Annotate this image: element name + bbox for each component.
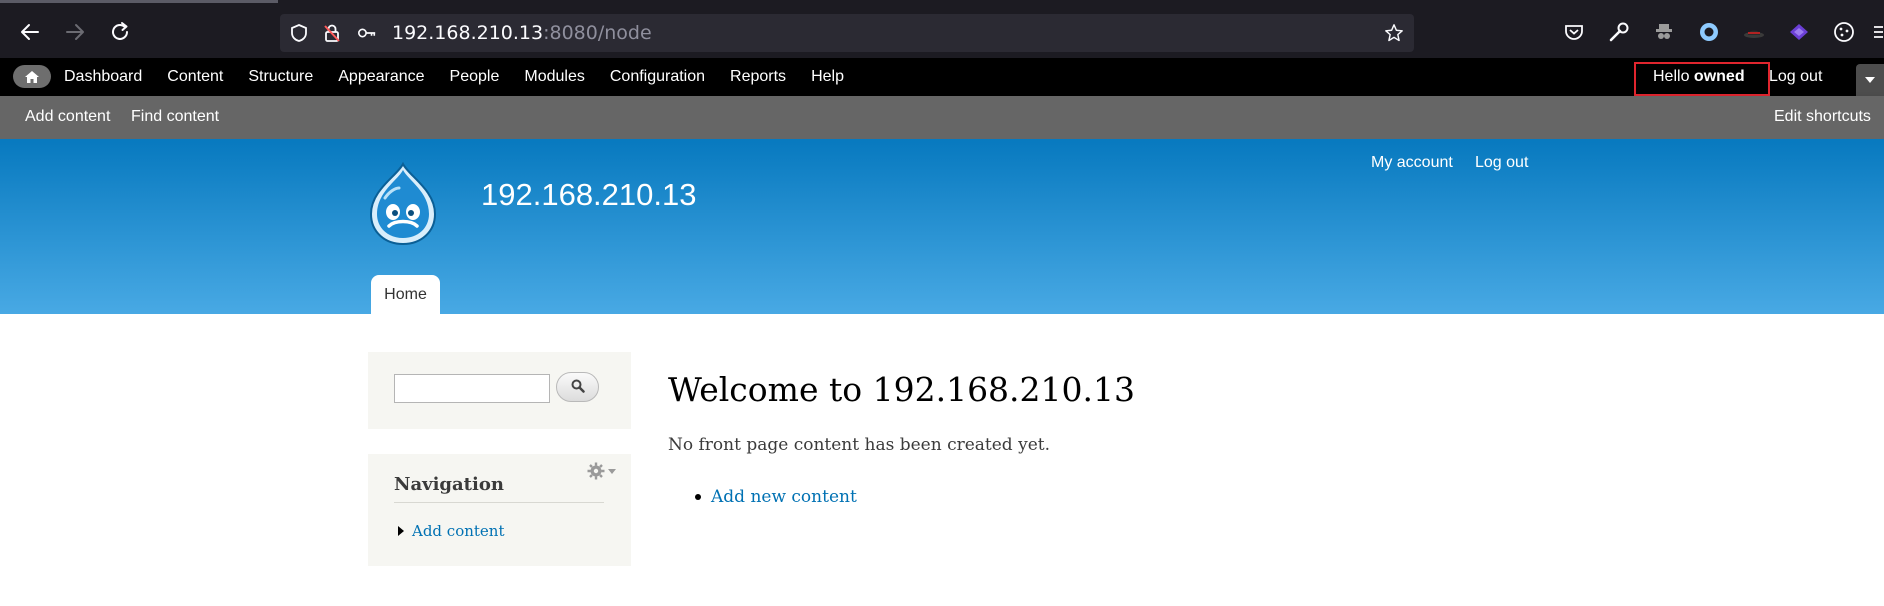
url-text[interactable]: 192.168.210.13:8080/node bbox=[392, 22, 652, 44]
header-logout-link[interactable]: Log out bbox=[1475, 154, 1528, 172]
spy-extension-icon[interactable] bbox=[1651, 19, 1677, 45]
admin-menu-dashboard[interactable]: Dashboard bbox=[64, 58, 142, 96]
url-host: 192.168.210.13 bbox=[392, 22, 544, 44]
greeting-label: Hello bbox=[1653, 68, 1690, 85]
site-header: 192.168.210.13 My account Log out Home bbox=[0, 139, 1884, 314]
forward-icon[interactable] bbox=[60, 17, 90, 47]
divider bbox=[394, 502, 604, 503]
my-account-link[interactable]: My account bbox=[1371, 154, 1453, 172]
back-icon[interactable] bbox=[15, 17, 45, 47]
bullet-icon bbox=[695, 494, 701, 500]
admin-menu-people[interactable]: People bbox=[450, 58, 500, 96]
list-item: Add new content bbox=[695, 487, 857, 507]
admin-menu-appearance[interactable]: Appearance bbox=[338, 58, 424, 96]
admin-menu-content[interactable]: Content bbox=[167, 58, 223, 96]
toolbar-logout-link[interactable]: Log out bbox=[1769, 58, 1822, 96]
shortcut-add-content[interactable]: Add content bbox=[25, 96, 110, 138]
overflow-menu-icon[interactable] bbox=[1872, 19, 1884, 45]
page-title: Welcome to 192.168.210.13 bbox=[668, 370, 1136, 409]
search-input[interactable] bbox=[394, 374, 550, 403]
search-block bbox=[368, 352, 631, 429]
collapsed-triangle-icon bbox=[398, 526, 404, 536]
admin-menu: Dashboard Content Structure Appearance P… bbox=[64, 58, 869, 96]
edit-shortcuts-link[interactable]: Edit shortcuts bbox=[1774, 96, 1871, 138]
active-tab-indicator bbox=[0, 0, 278, 3]
tab-home[interactable]: Home bbox=[371, 275, 440, 314]
reload-icon[interactable] bbox=[105, 17, 135, 47]
key-icon[interactable] bbox=[357, 23, 377, 43]
username: owned bbox=[1693, 68, 1745, 85]
admin-menu-reports[interactable]: Reports bbox=[730, 58, 786, 96]
admin-menu-modules[interactable]: Modules bbox=[524, 58, 584, 96]
pocket-icon[interactable] bbox=[1561, 19, 1587, 45]
nav-add-content-link[interactable]: Add content bbox=[394, 522, 505, 540]
empty-front-page-message: No front page content has been created y… bbox=[668, 435, 1050, 455]
url-bar[interactable]: 192.168.210.13:8080/node bbox=[280, 14, 1414, 52]
add-new-content-link[interactable]: Add new content bbox=[711, 487, 857, 507]
url-path: :8080/node bbox=[543, 22, 652, 44]
user-greeting[interactable]: Hello owned bbox=[1653, 58, 1745, 96]
block-config-gear-icon[interactable] bbox=[586, 460, 620, 482]
shield-icon[interactable] bbox=[289, 23, 309, 43]
toolbar-drawer-toggle-icon[interactable] bbox=[1856, 64, 1884, 96]
home-icon[interactable] bbox=[13, 65, 51, 88]
drupal-logo-icon[interactable] bbox=[365, 161, 441, 246]
admin-menu-help[interactable]: Help bbox=[811, 58, 844, 96]
shortcuts-bar: Add content Find content Edit shortcuts bbox=[0, 96, 1884, 139]
layers-extension-icon[interactable] bbox=[1786, 19, 1812, 45]
site-name[interactable]: 192.168.210.13 bbox=[481, 177, 697, 213]
admin-menu-configuration[interactable]: Configuration bbox=[610, 58, 705, 96]
admin-menu-structure[interactable]: Structure bbox=[248, 58, 313, 96]
navigation-block: Navigation Add content bbox=[368, 454, 631, 566]
admin-toolbar: Dashboard Content Structure Appearance P… bbox=[0, 58, 1884, 96]
cookie-icon[interactable] bbox=[1831, 19, 1857, 45]
insecure-lock-icon[interactable] bbox=[322, 23, 342, 43]
shortcut-find-content[interactable]: Find content bbox=[131, 96, 219, 138]
search-icon bbox=[571, 378, 585, 397]
wrench-icon[interactable] bbox=[1606, 19, 1632, 45]
bookmark-star-icon[interactable] bbox=[1384, 23, 1404, 43]
ring-extension-icon[interactable] bbox=[1696, 19, 1722, 45]
nav-link-label: Add content bbox=[412, 522, 505, 540]
browser-toolbar: 192.168.210.13:8080/node bbox=[0, 0, 1884, 58]
hat-extension-icon[interactable] bbox=[1741, 19, 1767, 45]
navigation-title: Navigation bbox=[394, 474, 504, 495]
search-button[interactable] bbox=[556, 372, 599, 402]
